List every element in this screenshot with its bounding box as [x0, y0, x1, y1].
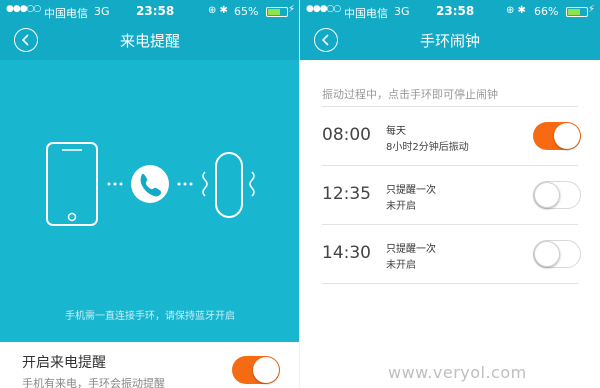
alarm-caption: 振动过程中，点击手环即可停止闹钟 — [322, 88, 498, 101]
nav-bar: 来电提醒 — [0, 22, 300, 60]
network-type: 3G — [94, 5, 110, 18]
battery-percent: 66% — [534, 5, 559, 18]
divider — [322, 283, 578, 284]
bluetooth-hint: 手机需一直连接手环，请保持蓝牙开启 — [65, 311, 235, 322]
divider — [322, 165, 578, 166]
lock-bluetooth-icon: ⊕ ✱ — [506, 5, 526, 16]
page-title: 来电提醒 — [119, 32, 180, 50]
phone-icon — [46, 142, 98, 226]
alarm-time: 14:30 — [322, 243, 371, 263]
status-time: 23:58 — [436, 4, 475, 18]
lock-bluetooth-icon: ⊕ ✱ — [208, 5, 228, 16]
carrier-name: 中国电信 — [344, 7, 388, 20]
alarm-toggle[interactable] — [533, 122, 581, 150]
divider — [322, 106, 578, 107]
battery-percent: 65% — [234, 5, 259, 18]
signal-strength: ●●●○○ — [306, 4, 341, 14]
carrier-name: 中国电信 — [44, 7, 88, 20]
divider — [322, 224, 578, 225]
status-bar: ●●●○○ 中国电信 3G 23:58 ⊕ ✱ 65% ⚡ — [0, 0, 300, 22]
watermark-text: www.veryol.com — [388, 363, 527, 382]
alarm-time: 08:00 — [322, 125, 371, 145]
page-title: 手环闹钟 — [419, 32, 480, 50]
alarm-repeat: 只提醒一次 — [386, 244, 436, 255]
charging-icon: ⚡ — [288, 4, 296, 15]
status-time: 23:58 — [136, 4, 175, 18]
toggle-knob — [554, 123, 580, 149]
call-reminder-setting: 开启来电提醒 手机有来电，手环会振动提醒 — [0, 342, 300, 388]
call-icon — [131, 165, 169, 203]
wristband-icon — [202, 152, 255, 218]
nav-bar: 手环闹钟 — [300, 22, 600, 60]
alarm-toggle[interactable] — [533, 181, 581, 209]
phone-band-illustration — [46, 142, 255, 226]
alarm-status: 未开启 — [386, 201, 416, 212]
battery-icon — [266, 7, 288, 17]
signal-strength: ●●●○○ — [6, 4, 41, 14]
alarm-status: 未开启 — [386, 260, 416, 271]
alarm-toggle[interactable] — [533, 240, 581, 268]
alarm-status: 8小时2分钟后振动 — [386, 142, 469, 153]
toggle-knob — [253, 357, 279, 383]
charging-icon: ⚡ — [588, 4, 596, 15]
network-type: 3G — [394, 5, 410, 18]
alarm-screen: ●●●○○ 中国电信 3G 23:58 ⊕ ✱ 66% ⚡ 手环闹钟 振动过程中… — [300, 0, 600, 388]
alarm-time: 12:35 — [322, 184, 371, 204]
toggle-knob — [534, 182, 560, 208]
setting-title: 开启来电提醒 — [22, 355, 106, 371]
alarm-repeat: 只提醒一次 — [386, 185, 436, 196]
incoming-call-screen: ●●●○○ 中国电信 3G 23:58 ⊕ ✱ 65% ⚡ 来电提醒 手机需一直… — [0, 0, 300, 388]
battery-icon — [566, 7, 588, 17]
illustration-area: 手机需一直连接手环，请保持蓝牙开启 — [0, 60, 300, 342]
toggle-knob — [534, 241, 560, 267]
dots-right — [177, 182, 193, 186]
call-reminder-toggle[interactable] — [232, 356, 280, 384]
status-bar: ●●●○○ 中国电信 3G 23:58 ⊕ ✱ 66% ⚡ — [300, 0, 600, 22]
alarm-repeat: 每天 — [386, 126, 406, 137]
dots-left — [107, 182, 123, 186]
setting-description: 手机有来电，手环会振动提醒 — [22, 377, 165, 388]
